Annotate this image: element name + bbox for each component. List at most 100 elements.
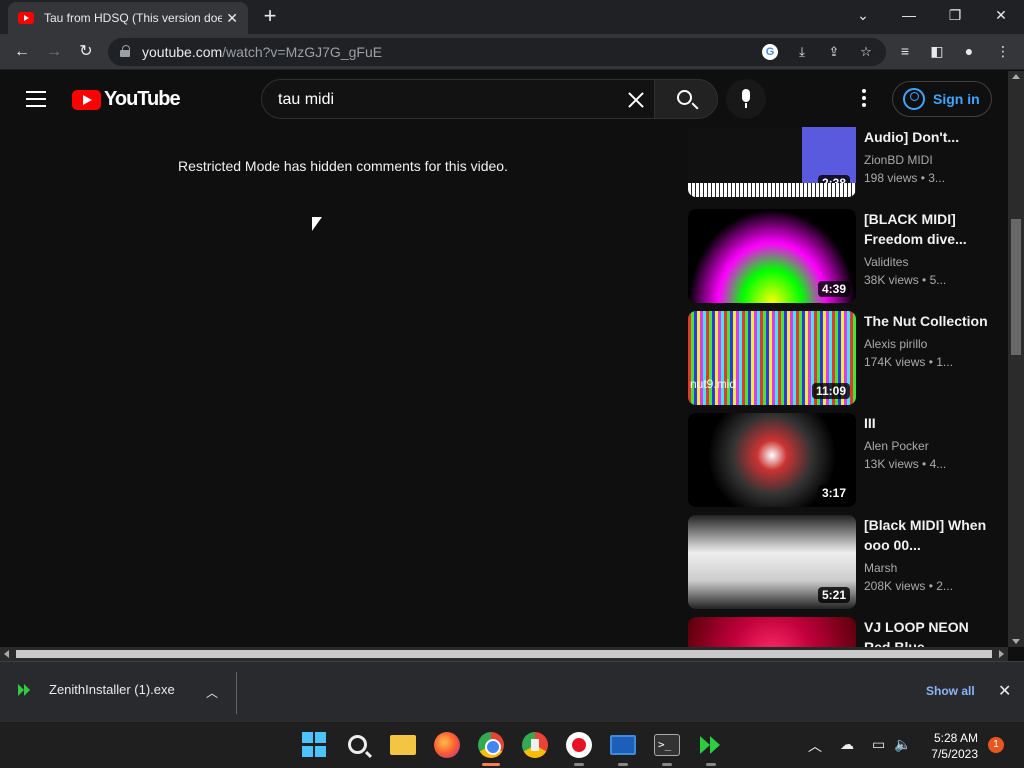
back-button[interactable]: ←	[10, 40, 34, 64]
video-title[interactable]: [Black MIDI] When ooo 00...	[864, 515, 988, 555]
close-window-button[interactable]: ✕	[978, 0, 1024, 34]
install-icon[interactable]: ⤓	[794, 44, 810, 60]
start-windows-icon[interactable]	[302, 732, 328, 758]
file-explorer-icon[interactable]	[390, 735, 416, 755]
close-tab-icon[interactable]: ✕	[226, 10, 238, 27]
network-icon[interactable]: ▭	[872, 736, 885, 753]
recommendation-item[interactable]: 5:21 [Black MIDI] When ooo 00... Marsh 2…	[688, 515, 988, 611]
video-editor-icon[interactable]	[610, 735, 636, 755]
screen-recorder-icon[interactable]	[566, 732, 592, 758]
profile-icon[interactable]: ●	[960, 42, 978, 60]
chrome-secure-icon[interactable]	[522, 732, 548, 758]
search-button[interactable]	[654, 79, 718, 119]
firefox-icon[interactable]	[434, 732, 460, 758]
voice-search-button[interactable]	[726, 79, 766, 119]
video-title[interactable]: Audio] Don't...	[864, 127, 988, 147]
thumbnail-overlay-text: nut9.mid	[690, 377, 737, 391]
url-text: youtube.com/watch?v=MzGJ7G_gFuE	[142, 44, 382, 60]
scrollbar-thumb[interactable]	[16, 650, 992, 658]
recommendation-item[interactable]: 4:39 [BLACK MIDI] Freedom dive... Validi…	[688, 209, 988, 305]
video-stats: 208K views • 2...	[864, 577, 988, 595]
youtube-favicon-icon	[18, 12, 34, 24]
chevron-up-icon[interactable]: ︿	[206, 684, 218, 700]
chevron-up-icon[interactable]: ︿	[808, 736, 822, 756]
sign-in-button[interactable]: Sign in	[892, 81, 992, 117]
scroll-up-icon[interactable]	[1012, 74, 1020, 79]
guide-menu-icon[interactable]	[26, 91, 46, 107]
notification-badge[interactable]: 1	[988, 737, 1004, 753]
clear-search-icon[interactable]	[624, 88, 648, 112]
taskbar: ︿ ☁ ▭ 🔈 5:28 AM 7/5/2023 1	[0, 721, 1024, 768]
mouse-cursor-icon	[312, 217, 322, 231]
scroll-down-icon[interactable]	[1012, 639, 1020, 644]
channel-name[interactable]: Validites	[864, 253, 988, 271]
video-thumbnail[interactable]: nut9.mid 11:09	[688, 311, 856, 405]
restore-button[interactable]: ❐	[932, 0, 978, 34]
video-thumbnail[interactable]: 5:21	[688, 515, 856, 609]
video-title[interactable]: III	[864, 413, 988, 433]
chrome-menu-icon[interactable]: ⋮	[994, 42, 1012, 60]
youtube-logo[interactable]: YouTube	[72, 88, 181, 111]
recommendation-item[interactable]: nut9.mid 11:09 The Nut Collection Alexis…	[688, 311, 988, 407]
video-duration: 2:38	[817, 175, 850, 191]
url-host: youtube.com	[142, 44, 223, 60]
tab-search-icon[interactable]: ⌄	[840, 0, 886, 34]
address-bar[interactable]: youtube.com/watch?v=MzGJ7G_gFuE G ⤓ ⇪ ☆	[108, 38, 886, 66]
cloud-off-icon[interactable]: ☁	[840, 736, 854, 753]
view-count: 38K views	[864, 273, 919, 287]
clock-time: 5:28 AM	[933, 731, 978, 745]
settings-menu-icon[interactable]	[858, 89, 870, 109]
zenith-app-icon[interactable]	[698, 732, 724, 758]
recommendation-item[interactable]: VJ LOOP NEON Red Blue	[688, 617, 988, 647]
video-thumbnail[interactable]: 3:17	[688, 413, 856, 507]
recommendation-item[interactable]: 2:38 Audio] Don't... ZionBD MIDI 198 vie…	[688, 127, 988, 199]
video-thumbnail[interactable]: 2:38	[688, 127, 856, 197]
new-tab-button[interactable]: +	[258, 5, 282, 29]
video-stats: 13K views • 4...	[864, 455, 988, 473]
download-item[interactable]: ZenithInstaller (1).exe	[18, 682, 175, 697]
share-icon[interactable]: ⇪	[826, 44, 842, 60]
browser-tab[interactable]: Tau from HDSQ (This version does ✕	[8, 2, 248, 34]
scroll-left-icon[interactable]	[4, 650, 9, 658]
video-title[interactable]: The Nut Collection	[864, 311, 988, 331]
side-panel-icon[interactable]: ◧	[928, 42, 946, 60]
youtube-masthead: YouTube tau midi Sign in	[0, 71, 1008, 127]
logo-text: YouTube	[104, 88, 181, 110]
horizontal-scrollbar[interactable]	[0, 647, 1008, 661]
media-controls-icon[interactable]: ≡	[896, 42, 914, 60]
view-count: 174K views	[864, 355, 926, 369]
chrome-icon[interactable]	[478, 732, 504, 758]
channel-name[interactable]: Alexis pirillo	[864, 335, 988, 353]
vertical-scrollbar[interactable]	[1008, 71, 1024, 647]
video-stats: 38K views • 5...	[864, 271, 988, 289]
zenith-file-icon	[18, 683, 32, 697]
video-duration: 11:09	[811, 383, 850, 399]
scrollbar-thumb[interactable]	[1011, 219, 1021, 355]
search-icon[interactable]	[348, 735, 367, 754]
channel-name[interactable]: Alen Pocker	[864, 437, 988, 455]
forward-button[interactable]: →	[42, 40, 66, 64]
google-lens-icon[interactable]: G	[762, 44, 778, 60]
reload-button[interactable]: ↻	[74, 40, 98, 64]
minimize-button[interactable]: —	[886, 0, 932, 34]
video-title[interactable]: VJ LOOP NEON Red Blue	[864, 617, 988, 647]
video-thumbnail[interactable]: 4:39	[688, 209, 856, 303]
video-thumbnail[interactable]	[688, 617, 856, 647]
screen: Tau from HDSQ (This version does ✕ + ⌄ —…	[0, 0, 1024, 768]
video-title[interactable]: [BLACK MIDI] Freedom dive...	[864, 209, 988, 249]
terminal-icon[interactable]	[654, 734, 680, 756]
close-download-bar-icon[interactable]: ✕	[998, 681, 1011, 701]
account-icon	[903, 88, 925, 110]
url-path: /watch?v=MzGJ7G_gFuE	[222, 44, 383, 60]
search-input[interactable]: tau midi	[261, 79, 655, 119]
channel-name[interactable]: Marsh	[864, 559, 988, 577]
channel-name[interactable]: ZionBD MIDI	[864, 151, 988, 169]
bookmark-star-icon[interactable]: ☆	[858, 44, 874, 60]
scroll-right-icon[interactable]	[999, 650, 1004, 658]
show-all-button[interactable]: Show all	[926, 684, 975, 698]
upload-age: • 1...	[928, 355, 953, 369]
clock[interactable]: 5:28 AM 7/5/2023	[928, 730, 978, 762]
youtube-play-icon	[72, 89, 101, 110]
volume-icon[interactable]: 🔈	[894, 736, 911, 753]
recommendation-item[interactable]: 3:17 III Alen Pocker 13K views • 4...	[688, 413, 988, 509]
